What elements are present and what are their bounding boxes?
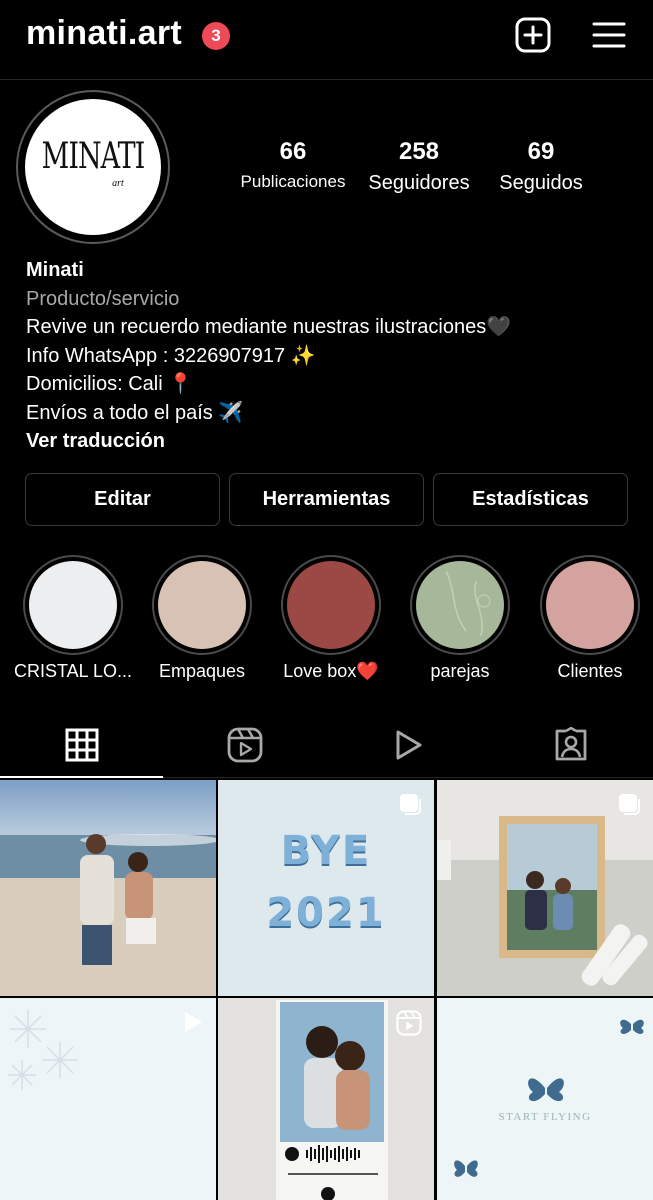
highlight-label: Empaques [158, 661, 246, 681]
stat-following-value: 69 [527, 138, 555, 165]
highlight-item[interactable]: CRISTAL LO... [8, 555, 138, 682]
highlight-ring [540, 555, 640, 655]
highlight-label: Love box❤️ [283, 661, 379, 681]
plus-square-icon [515, 17, 551, 53]
bio-line: Revive un recuerdo mediante nuestras ilu… [26, 316, 512, 338]
stat-followers[interactable]: 258 Seguidores [356, 138, 482, 195]
leaf-pattern-icon [445, 570, 491, 637]
bio-line-whatsapp: Info WhatsApp : 3226907917 ✨ [26, 344, 316, 367]
highlight-item[interactable]: Love box❤️ [266, 555, 396, 682]
tagged-person-icon [555, 726, 587, 760]
stat-followers-value: 258 [398, 138, 440, 165]
post-thumbnail[interactable] [0, 780, 216, 996]
hamburger-menu-icon [592, 22, 626, 48]
top-bar: minati.art 3 [0, 0, 653, 80]
new-post-button[interactable] [513, 15, 553, 55]
grid-icon [65, 728, 99, 761]
profile-bio: Minati Producto/servicio Revive un recue… [26, 256, 511, 456]
posts-grid: BYE 2021 START FLYING [0, 780, 653, 1200]
video-play-icon [396, 730, 422, 759]
stat-following[interactable]: 69 Seguidos [482, 138, 600, 195]
highlight-item[interactable]: Clientes [525, 555, 653, 682]
butterfly-icon [454, 1019, 644, 1177]
tab-tagged[interactable] [490, 712, 653, 777]
see-translation-link[interactable]: Ver traducción [26, 427, 511, 456]
highlight-item[interactable]: Empaques [137, 555, 267, 682]
highlight-cover [546, 561, 634, 649]
highlight-cover [158, 561, 246, 649]
highlight-label: CRISTAL LO... [13, 661, 133, 681]
avatar-logo-sub: art [112, 178, 124, 189]
post-text-year: 2021 [266, 890, 386, 936]
avatar-logo-text: MINATI [41, 135, 146, 178]
post-thumbnail[interactable] [437, 780, 653, 996]
edit-profile-button[interactable]: Editar [25, 473, 220, 526]
highlight-label: Clientes [557, 661, 623, 681]
post-image-beach-couple [0, 780, 216, 996]
stat-posts[interactable]: 66 Publicaciones [230, 138, 356, 195]
post-text-bye: BYE [280, 828, 372, 874]
avatar[interactable]: MINATI art [16, 90, 170, 244]
profile-category: Producto/servicio [26, 287, 180, 310]
carousel-icon [619, 794, 640, 815]
stat-followers-label: Seguidores [368, 172, 470, 194]
post-thumbnail[interactable] [218, 998, 434, 1200]
bio-line: Domicilios: Cali 📍 [26, 373, 194, 395]
tools-button[interactable]: Herramientas [229, 473, 424, 526]
insights-button[interactable]: Estadísticas [433, 473, 628, 526]
menu-button[interactable] [589, 15, 629, 55]
profile-tabs [0, 712, 653, 778]
stat-posts-label: Publicaciones [240, 172, 346, 191]
post-thumbnail[interactable]: START FLYING [437, 998, 653, 1200]
tab-reels[interactable] [163, 712, 326, 777]
post-text-start-flying: START FLYING [498, 1111, 592, 1123]
carousel-icon [400, 794, 421, 815]
video-play-icon [185, 1012, 202, 1032]
bio-line: Envíos a todo el país ✈️ [26, 401, 244, 424]
stat-following-label: Seguidos [499, 172, 583, 194]
profile-name: Minati [26, 259, 84, 281]
post-thumbnail[interactable]: BYE 2021 [218, 780, 434, 996]
highlight-cover [287, 561, 375, 649]
profile-actions: Editar Herramientas Estadísticas [25, 473, 628, 526]
highlight-ring [152, 555, 252, 655]
highlight-label: parejas [430, 661, 490, 681]
stat-posts-value: 66 [279, 138, 307, 165]
highlight-item[interactable]: parejas [395, 555, 525, 682]
reels-icon [227, 727, 263, 762]
highlight-ring [281, 555, 381, 655]
story-highlights: CRISTAL LO... Empaques Love box❤️ pareja… [0, 555, 653, 695]
highlight-ring [23, 555, 123, 655]
tab-videos[interactable] [327, 712, 490, 777]
notification-badge[interactable]: 3 [202, 22, 230, 50]
post-thumbnail[interactable] [0, 998, 216, 1200]
highlight-cover [416, 561, 504, 649]
profile-stats: 66 Publicaciones 258 Seguidores 69 Segui… [230, 138, 600, 195]
reels-icon [396, 1010, 422, 1036]
tab-posts-grid[interactable] [0, 712, 164, 778]
avatar-image: MINATI art [25, 99, 161, 235]
profile-username[interactable]: minati.art [26, 14, 182, 53]
highlight-cover [29, 561, 117, 649]
highlight-ring [410, 555, 510, 655]
